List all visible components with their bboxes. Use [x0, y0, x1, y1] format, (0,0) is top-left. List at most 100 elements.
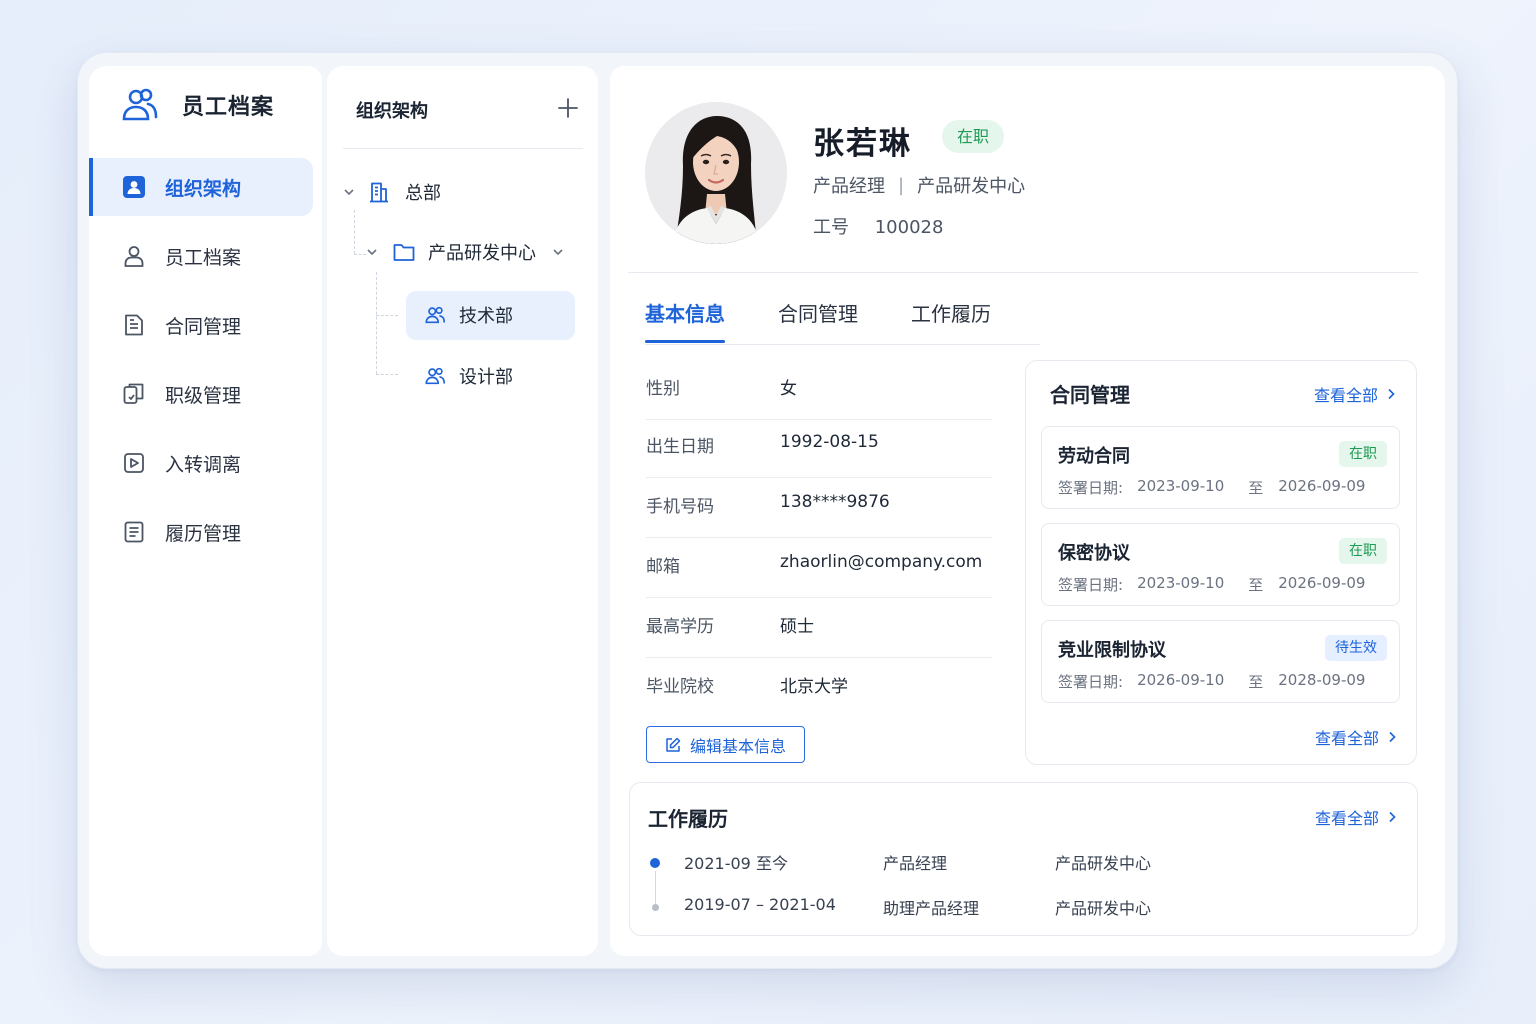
info-row-birthdate: 出生日期 1992-08-15 [646, 418, 992, 478]
contract-icon [122, 313, 146, 337]
tree-node-tech[interactable]: 技术部 [424, 302, 513, 328]
org-tree-title: 组织架构 [356, 101, 428, 122]
info-label: 出生日期 [646, 437, 714, 457]
end-date: 2028-09-09 [1278, 671, 1366, 689]
contracts-card-title: 合同管理 [1050, 383, 1130, 407]
to-label: 至 [1248, 576, 1264, 594]
rank-icon [122, 382, 146, 406]
start-date: 2026-09-10 [1137, 671, 1225, 689]
date-label: 签署日期: [1058, 576, 1124, 594]
chevron-down-icon[interactable] [364, 244, 380, 260]
view-all-contracts-bottom-link[interactable]: 查看全部 [1315, 725, 1397, 749]
sidebar-item-transfer[interactable]: 入转调离 [89, 434, 313, 492]
org-tree-panel: 组织架构 总部 产品研发中心 技术部 设计部 [327, 66, 598, 956]
user-icon [122, 244, 146, 268]
sidebar-item-contract[interactable]: 合同管理 [89, 296, 313, 354]
timeline-dot [652, 904, 659, 911]
sidebar-item-rank[interactable]: 职级管理 [89, 365, 313, 423]
info-label: 性别 [646, 379, 680, 399]
sidebar-item-label: 职级管理 [165, 384, 242, 407]
contract-dates: 签署日期: 2023-09-10 至 2026-09-09 [1058, 574, 1365, 595]
sidebar-item-label: 员工档案 [165, 246, 242, 269]
tree-node-label: 总部 [405, 183, 441, 204]
building-icon [370, 182, 388, 203]
work-history-card: 工作履历 查看全部 2021-09 至今 产品经理 产品研发中心 2019-07… [629, 782, 1418, 936]
tree-connector [376, 374, 398, 375]
plus-icon[interactable] [556, 96, 580, 120]
team-icon [425, 306, 445, 324]
status-badge: 在职 [1339, 538, 1387, 564]
history-role: 产品经理 [883, 854, 948, 873]
view-all-contracts-link[interactable]: 查看全部 [1314, 382, 1396, 406]
tree-node-design[interactable]: 设计部 [424, 363, 513, 389]
chevron-down-icon[interactable] [550, 244, 566, 260]
link-label: 查看全部 [1314, 386, 1379, 405]
tree-connector [354, 210, 355, 254]
info-value: zhaorlin@company.com [780, 552, 983, 572]
sidebar-item-label: 履历管理 [165, 522, 242, 545]
sidebar: 员工档案 组织架构 员工档案 合同管理 职级管理 入转调离 履历管理 [89, 66, 322, 956]
history-department: 产品研发中心 [1055, 899, 1152, 918]
view-all-history-link[interactable]: 查看全部 [1315, 805, 1397, 829]
sidebar-item-org[interactable]: 组织架构 [89, 158, 313, 216]
tab-basic-info[interactable]: 基本信息 [645, 298, 725, 344]
contract-item[interactable]: 劳动合同 在职 签署日期: 2023-09-10 至 2026-09-09 [1041, 426, 1400, 509]
info-value: 北京大学 [780, 677, 848, 697]
history-period: 2019-07 – 2021-04 [684, 895, 836, 914]
contract-dates: 签署日期: 2023-09-10 至 2026-09-09 [1058, 477, 1365, 498]
sidebar-item-label: 入转调离 [165, 453, 242, 476]
contract-dates: 签署日期: 2026-09-10 至 2028-09-09 [1058, 671, 1365, 692]
sidebar-item-label: 组织架构 [165, 177, 242, 200]
contract-name: 保密协议 [1058, 543, 1130, 564]
start-date: 2023-09-10 [1137, 477, 1225, 495]
info-label: 手机号码 [646, 497, 714, 517]
meta-separator: | [898, 174, 905, 196]
start-date: 2023-09-10 [1137, 574, 1225, 592]
employee-detail-panel: 张若琳 在职 产品经理 | 产品研发中心 工号 100028 基本信息 合同管理… [610, 66, 1445, 956]
chevron-right-icon [1389, 731, 1396, 743]
tab-bar: 基本信息 合同管理 工作履历 [645, 298, 1044, 344]
tab-work-history[interactable]: 工作履历 [911, 298, 991, 344]
to-label: 至 [1248, 479, 1264, 497]
date-label: 签署日期: [1058, 479, 1124, 497]
resume-icon [122, 520, 146, 544]
sidebar-item-resume[interactable]: 履历管理 [89, 503, 313, 561]
tree-node-label: 技术部 [459, 306, 513, 327]
history-role: 助理产品经理 [883, 899, 980, 918]
info-label: 毕业院校 [646, 677, 714, 697]
sidebar-item-employee[interactable]: 员工档案 [89, 227, 313, 285]
contract-name: 劳动合同 [1058, 446, 1130, 467]
divider [628, 272, 1418, 273]
info-row-gender: 性别 女 [646, 360, 992, 420]
edit-basic-info-button[interactable]: 编辑基本信息 [646, 726, 805, 763]
edit-button-label: 编辑基本信息 [689, 736, 786, 756]
status-badge: 在职 [1339, 441, 1387, 467]
sidebar-item-label: 合同管理 [165, 315, 242, 338]
contract-item[interactable]: 竞业限制协议 待生效 签署日期: 2026-09-10 至 2028-09-09 [1041, 620, 1400, 703]
history-period: 2021-09 至今 [684, 854, 788, 873]
employee-id-value: 100028 [874, 217, 944, 238]
brand: 员工档案 [121, 86, 274, 124]
tab-contracts[interactable]: 合同管理 [778, 298, 858, 344]
edit-icon [666, 737, 681, 752]
employee-meta: 产品经理 | 产品研发中心 [813, 172, 1025, 198]
transfer-icon [122, 451, 146, 475]
tree-node-rd-center[interactable]: 产品研发中心 [364, 239, 566, 265]
chevron-down-icon[interactable] [341, 184, 357, 200]
contract-item[interactable]: 保密协议 在职 签署日期: 2023-09-10 至 2026-09-09 [1041, 523, 1400, 606]
tree-connector [376, 315, 398, 316]
link-label: 查看全部 [1315, 729, 1380, 748]
info-row-education: 最高学历 硕士 [646, 598, 992, 658]
tree-node-hq[interactable]: 总部 [341, 179, 441, 205]
tree-node-label: 设计部 [459, 367, 513, 388]
history-row: 2021-09 至今 产品经理 产品研发中心 [630, 850, 1419, 880]
info-value: 1992-08-15 [780, 432, 879, 452]
avatar [645, 102, 787, 244]
date-label: 签署日期: [1058, 673, 1124, 691]
status-badge: 在职 [942, 120, 1005, 153]
history-department: 产品研发中心 [1055, 854, 1152, 873]
history-row: 2019-07 – 2021-04 助理产品经理 产品研发中心 [630, 895, 1419, 925]
info-label: 邮箱 [646, 557, 680, 577]
divider [343, 148, 583, 149]
link-label: 查看全部 [1315, 809, 1380, 828]
